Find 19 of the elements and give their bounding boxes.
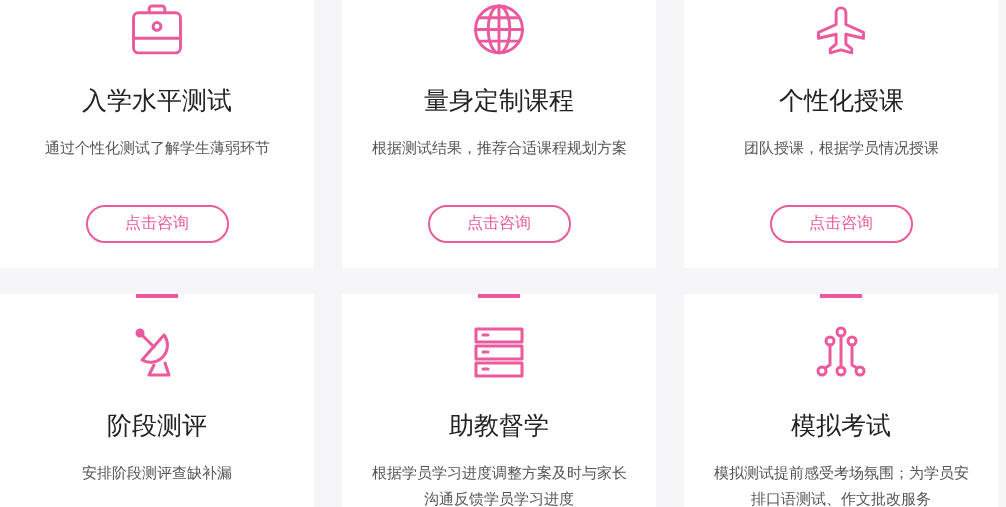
card-title: 个性化授课 <box>778 84 904 117</box>
consult-button[interactable]: 点击咨询 <box>85 204 229 243</box>
consult-button[interactable]: 点击咨询 <box>427 204 571 243</box>
globe-icon <box>472 3 526 56</box>
card-description: 安排阶段测评查缺补漏 <box>81 463 233 484</box>
card-title: 阶段测评 <box>107 410 207 442</box>
card-description: 模拟测试提前感受考场氛围；为学员安排口语测试、作文批改服务 <box>713 463 969 507</box>
card-title: 入学水平测试 <box>82 84 232 117</box>
circuit-icon <box>814 325 868 379</box>
consult-button[interactable]: 点击咨询 <box>769 204 913 243</box>
card-description: 根据测试结果，推荐合适课程规划方案 <box>371 137 627 159</box>
card-title: 模拟考试 <box>791 410 891 442</box>
card-title: 量身定制课程 <box>424 84 574 117</box>
server-icon <box>472 325 526 379</box>
bag-icon <box>130 3 184 56</box>
card-title: 助教督学 <box>449 410 549 442</box>
card-description: 通过个性化测试了解学生薄弱环节 <box>43 137 271 159</box>
card-description: 根据学员学习进度调整方案及时与家长沟通反馈学员学习进度 <box>371 463 627 507</box>
card-description: 团队授课，根据学员情况授课 <box>742 137 940 159</box>
